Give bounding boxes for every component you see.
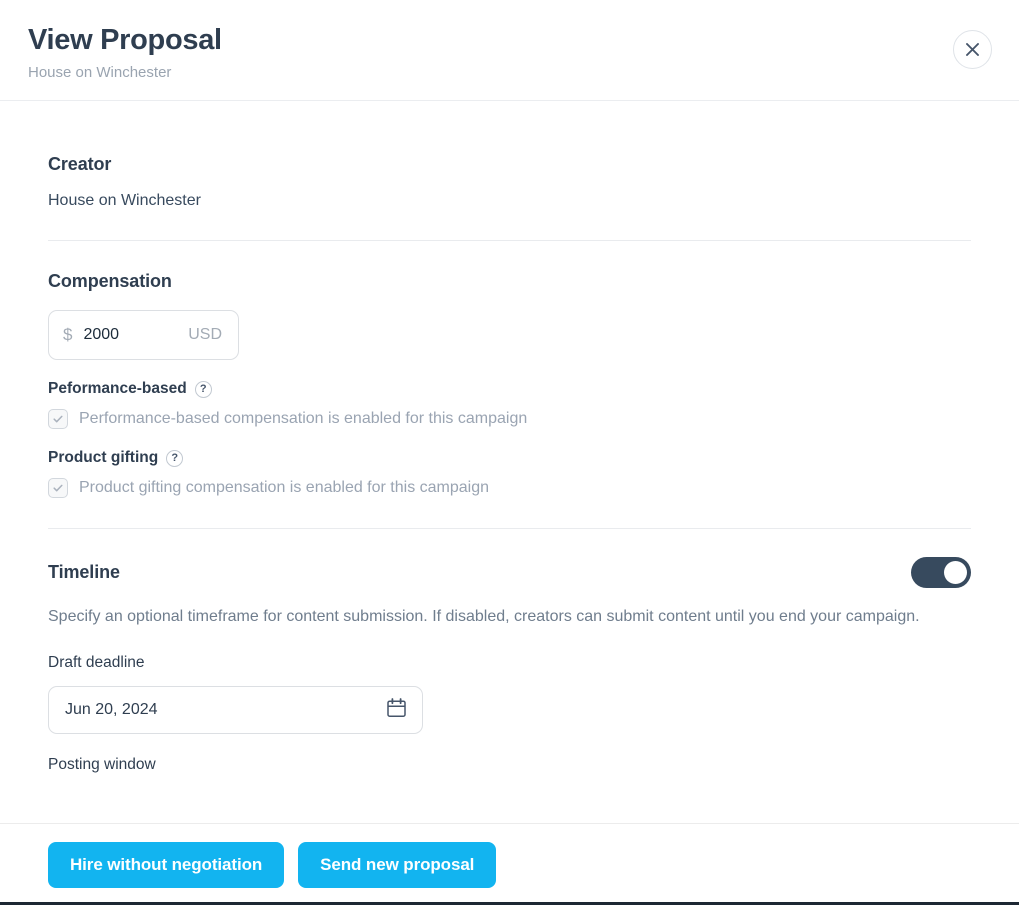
modal-footer: Hire without negotiation Send new propos… — [0, 823, 1019, 905]
compensation-amount-field[interactable] — [83, 326, 183, 344]
product-gifting-label: Product gifting — [48, 449, 159, 466]
hire-without-negotiation-button[interactable]: Hire without negotiation — [48, 841, 285, 888]
draft-deadline-input[interactable]: Jun 20, 2024 — [48, 686, 423, 735]
draft-deadline-label: Draft deadline — [48, 654, 145, 672]
product-gifting-label-row: Product gifting ? — [48, 449, 971, 467]
modal-body: Creator House on Winchester Compensation… — [0, 101, 1019, 823]
performance-based-checkbox-label: Performance-based compensation is enable… — [79, 410, 528, 427]
creator-section: Creator House on Winchester — [48, 101, 971, 241]
currency-code: USD — [188, 326, 222, 343]
timeline-section-title: Timeline — [48, 562, 120, 582]
toggle-knob — [944, 561, 967, 584]
check-icon — [52, 413, 64, 425]
close-icon — [966, 43, 979, 56]
timeline-description: Specify an optional timeframe for conten… — [48, 608, 920, 625]
product-gifting-checkbox-row: Product gifting compensation is enabled … — [48, 478, 971, 498]
timeline-header-row: Timeline — [48, 557, 971, 588]
page-title: View Proposal — [28, 24, 222, 56]
performance-based-checkbox-row: Performance-based compensation is enable… — [48, 409, 971, 429]
compensation-section: Compensation $ USD Peformance-based ? — [48, 241, 971, 529]
modal-header: View Proposal House on Winchester — [0, 0, 1019, 101]
performance-based-checkbox — [48, 409, 68, 429]
creator-section-title: Creator — [48, 154, 112, 174]
check-icon — [52, 482, 64, 494]
close-button[interactable] — [953, 30, 992, 69]
help-icon[interactable]: ? — [166, 449, 184, 467]
timeline-toggle[interactable] — [911, 557, 971, 588]
posting-window-label: Posting window — [48, 756, 156, 774]
view-proposal-modal: View Proposal House on Winchester Creato… — [0, 0, 1019, 905]
compensation-section-title: Compensation — [48, 271, 172, 291]
performance-based-label: Peformance-based — [48, 380, 187, 397]
compensation-amount-input[interactable]: $ USD — [48, 310, 239, 360]
product-gifting-checkbox — [48, 478, 68, 498]
send-new-proposal-button[interactable]: Send new proposal — [298, 841, 497, 888]
page-subtitle: House on Winchester — [28, 64, 172, 82]
performance-based-label-row: Peformance-based ? — [48, 380, 971, 398]
product-gifting-checkbox-label: Product gifting compensation is enabled … — [79, 479, 490, 496]
calendar-icon[interactable] — [387, 697, 406, 723]
currency-symbol: $ — [63, 325, 73, 344]
help-icon[interactable]: ? — [194, 380, 212, 398]
timeline-section: Timeline Specify an optional timeframe f… — [48, 529, 971, 774]
draft-deadline-value: Jun 20, 2024 — [65, 701, 158, 719]
creator-name: House on Winchester — [48, 192, 201, 209]
